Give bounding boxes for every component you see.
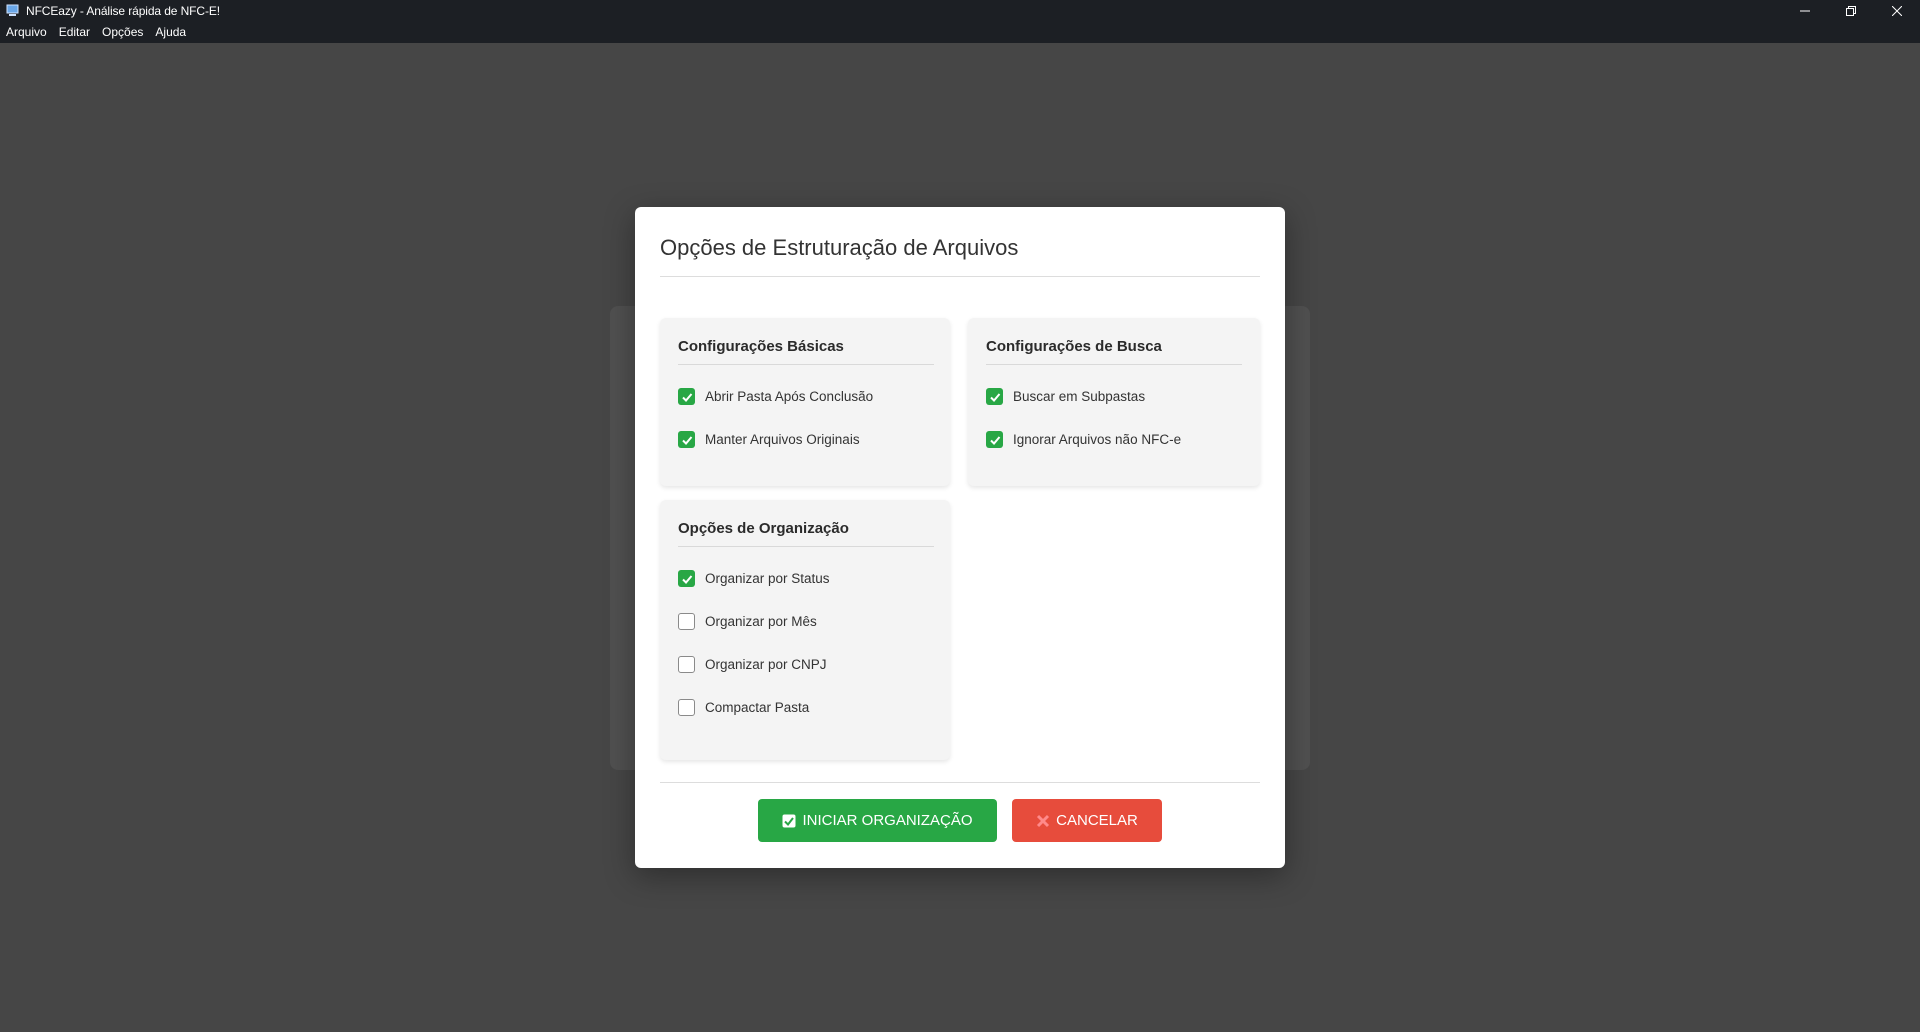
organization-options-card: Opções de Organização Organizar por Stat…: [660, 500, 950, 760]
option-organize-by-month[interactable]: Organizar por Mês: [678, 613, 817, 630]
card-title: Configurações Básicas: [678, 338, 844, 355]
search-settings-card: Configurações de Busca Buscar em Subpast…: [968, 318, 1260, 486]
dialog-title: Opções de Estruturação de Arquivos: [660, 235, 1019, 260]
option-ignore-non-nfce[interactable]: Ignorar Arquivos não NFC-e: [986, 431, 1181, 448]
restore-icon[interactable]: [1828, 0, 1874, 21]
card-title: Opções de Organização: [678, 520, 849, 537]
option-label: Organizar por Mês: [705, 614, 817, 629]
checkbox-checked[interactable]: [678, 388, 695, 405]
x-icon: [1036, 814, 1050, 828]
menu-ajuda[interactable]: Ajuda: [155, 25, 186, 39]
option-open-folder-after[interactable]: Abrir Pasta Após Conclusão: [678, 388, 873, 405]
divider: [660, 276, 1260, 277]
basic-settings-card: Configurações Básicas Abrir Pasta Após C…: [660, 318, 950, 486]
option-label: Abrir Pasta Após Conclusão: [705, 389, 874, 404]
option-label: Compactar Pasta: [705, 700, 810, 715]
option-search-subfolders[interactable]: Buscar em Subpastas: [986, 388, 1145, 405]
start-organization-button[interactable]: INICIAR ORGANIZAÇÃO: [758, 799, 997, 842]
divider: [678, 546, 934, 547]
close-icon[interactable]: [1874, 0, 1920, 21]
menu-arquivo[interactable]: Arquivo: [6, 25, 47, 39]
option-label: Ignorar Arquivos não NFC-e: [1013, 432, 1182, 447]
divider: [660, 782, 1260, 783]
option-keep-original-files[interactable]: Manter Arquivos Originais: [678, 431, 860, 448]
divider: [986, 364, 1242, 365]
option-label: Organizar por CNPJ: [705, 657, 827, 672]
checkbox-checked[interactable]: [986, 388, 1003, 405]
minimize-icon[interactable]: [1782, 0, 1828, 21]
checkbox-unchecked[interactable]: [678, 613, 695, 630]
option-label: Buscar em Subpastas: [1013, 389, 1146, 404]
divider: [678, 364, 934, 365]
checkbox-checked[interactable]: [986, 431, 1003, 448]
menu-bar: Arquivo Editar Opções Ajuda: [0, 21, 1920, 43]
checkbox-checked[interactable]: [678, 431, 695, 448]
checkbox-checked[interactable]: [678, 570, 695, 587]
option-compress-folder[interactable]: Compactar Pasta: [678, 699, 809, 716]
cancel-button[interactable]: CANCELAR: [1012, 799, 1162, 842]
option-label: Organizar por Status: [705, 571, 830, 586]
option-organize-by-cnpj[interactable]: Organizar por CNPJ: [678, 656, 827, 673]
computer-icon: [5, 4, 19, 18]
window-titlebar: NFCEazy - Análise rápida de NFC-E!: [0, 0, 1920, 21]
menu-editar[interactable]: Editar: [59, 25, 90, 39]
card-title: Configurações de Busca: [986, 338, 1162, 355]
check-square-icon: [782, 814, 796, 828]
checkbox-unchecked[interactable]: [678, 656, 695, 673]
option-organize-by-status[interactable]: Organizar por Status: [678, 570, 830, 587]
button-label: INICIAR ORGANIZAÇÃO: [802, 812, 973, 829]
window-title: NFCEazy - Análise rápida de NFC-E!: [26, 3, 221, 18]
checkbox-unchecked[interactable]: [678, 699, 695, 716]
menu-opcoes[interactable]: Opções: [102, 25, 143, 39]
structuring-options-dialog: Opções de Estruturação de Arquivos Confi…: [635, 207, 1285, 868]
button-label: CANCELAR: [1056, 812, 1138, 829]
option-label: Manter Arquivos Originais: [705, 432, 860, 447]
